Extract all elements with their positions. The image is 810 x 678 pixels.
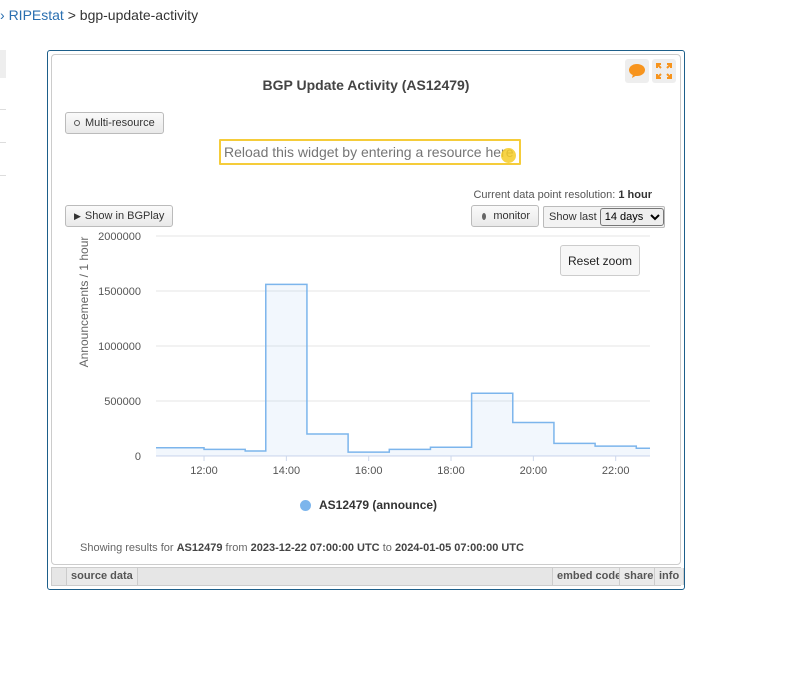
- results-from: 2023-12-22 07:00:00 UTC: [250, 542, 380, 554]
- y-tick-label: 1500000: [98, 286, 141, 298]
- legend-label: AS12479 (announce): [319, 498, 438, 512]
- results-to: 2024-01-05 07:00:00 UTC: [394, 542, 524, 554]
- y-tick-label: 500000: [104, 396, 141, 408]
- results-summary: Showing results for AS12479 from 2023-12…: [80, 542, 524, 554]
- breadcrumb-current: bgp-update-activity: [79, 7, 199, 23]
- legend-swatch: [300, 499, 311, 511]
- y-tick-label: 1000000: [98, 341, 141, 353]
- widget-footer: source data embed code share info: [51, 567, 685, 586]
- sidebar-divider: [0, 175, 6, 176]
- chart-legend[interactable]: AS12479 (announce): [300, 498, 437, 512]
- source-data-link[interactable]: source data: [66, 568, 138, 585]
- x-tick-label: 12:00: [190, 465, 218, 477]
- y-tick-label: 0: [135, 451, 141, 463]
- x-tick-label: 20:00: [520, 465, 548, 477]
- x-tick-label: 22:00: [602, 465, 630, 477]
- x-tick-label: 16:00: [355, 465, 383, 477]
- x-tick-label: 18:00: [437, 465, 465, 477]
- results-resource: AS12479: [176, 542, 223, 554]
- results-prefix: Showing results for: [80, 542, 174, 554]
- y-tick-label: 2000000: [98, 231, 141, 243]
- results-to-label: to: [382, 542, 392, 554]
- share-link[interactable]: share: [619, 568, 659, 585]
- x-tick-label: 14:00: [273, 465, 301, 477]
- results-from-label: from: [225, 542, 248, 554]
- embed-code-link[interactable]: embed code: [552, 568, 627, 585]
- info-link[interactable]: info: [654, 568, 685, 585]
- series-line: [156, 283, 650, 453]
- breadcrumb-chevron: ›: [0, 7, 5, 23]
- reset-zoom-button[interactable]: Reset zoom: [560, 245, 640, 276]
- breadcrumb-link-ripestat[interactable]: RIPEstat: [9, 7, 64, 23]
- widget-body: BGP Update Activity (AS12479) Multi-reso…: [51, 54, 681, 565]
- sidebar-stub: [0, 50, 6, 78]
- series-area: [156, 284, 650, 456]
- sidebar-divider: [0, 142, 6, 143]
- breadcrumb-separator: >: [67, 7, 76, 23]
- y-axis-title: Announcements / 1 hour: [77, 237, 91, 368]
- widget-frame: BGP Update Activity (AS12479) Multi-reso…: [47, 50, 685, 590]
- sidebar-divider: [0, 109, 6, 110]
- breadcrumb: › RIPEstat > bgp-update-activity: [0, 7, 198, 23]
